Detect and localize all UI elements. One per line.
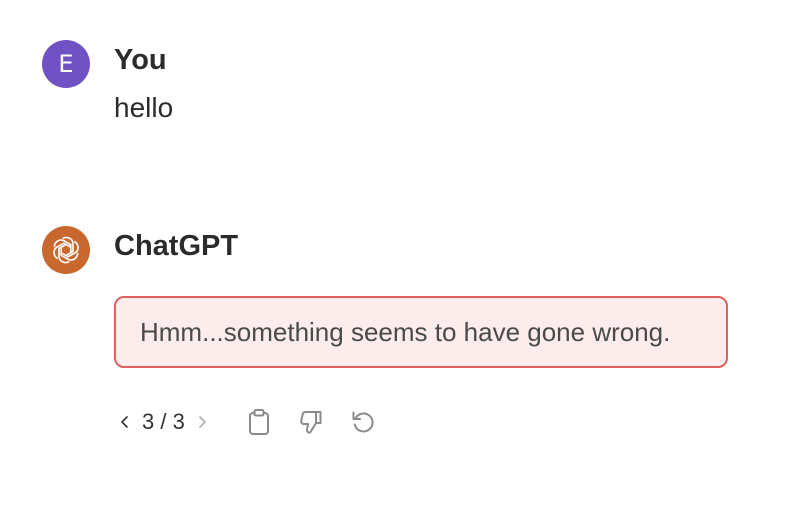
error-message-text: Hmm...something seems to have gone wrong… bbox=[140, 316, 671, 347]
chevron-left-icon bbox=[121, 416, 128, 428]
message-actions: 3 / 3 bbox=[114, 404, 383, 440]
clipboard-icon bbox=[248, 409, 269, 435]
assistant-author-name: ChatGPT bbox=[114, 230, 239, 262]
user-author-name: You bbox=[114, 44, 167, 76]
chevron-right-icon bbox=[199, 416, 206, 428]
previous-response-button[interactable] bbox=[114, 407, 136, 437]
assistant-avatar bbox=[42, 226, 90, 274]
bad-response-button[interactable] bbox=[291, 404, 331, 440]
next-response-button[interactable] bbox=[191, 407, 213, 437]
user-message-text: hello bbox=[114, 92, 174, 123]
error-message-box: Hmm...something seems to have gone wrong… bbox=[114, 296, 728, 368]
user-avatar-initial: E bbox=[58, 50, 74, 78]
response-pager: 3 / 3 bbox=[114, 407, 213, 437]
regenerate-icon bbox=[352, 411, 374, 433]
regenerate-button[interactable] bbox=[343, 404, 383, 440]
openai-logo-icon bbox=[53, 236, 79, 264]
response-page-count: 3 / 3 bbox=[142, 409, 185, 434]
chat-page: E You hello ChatGPT Hmm...something seem… bbox=[0, 0, 812, 520]
copy-button[interactable] bbox=[239, 404, 279, 440]
user-avatar: E bbox=[42, 40, 90, 88]
thumbs-down-icon bbox=[299, 411, 322, 434]
